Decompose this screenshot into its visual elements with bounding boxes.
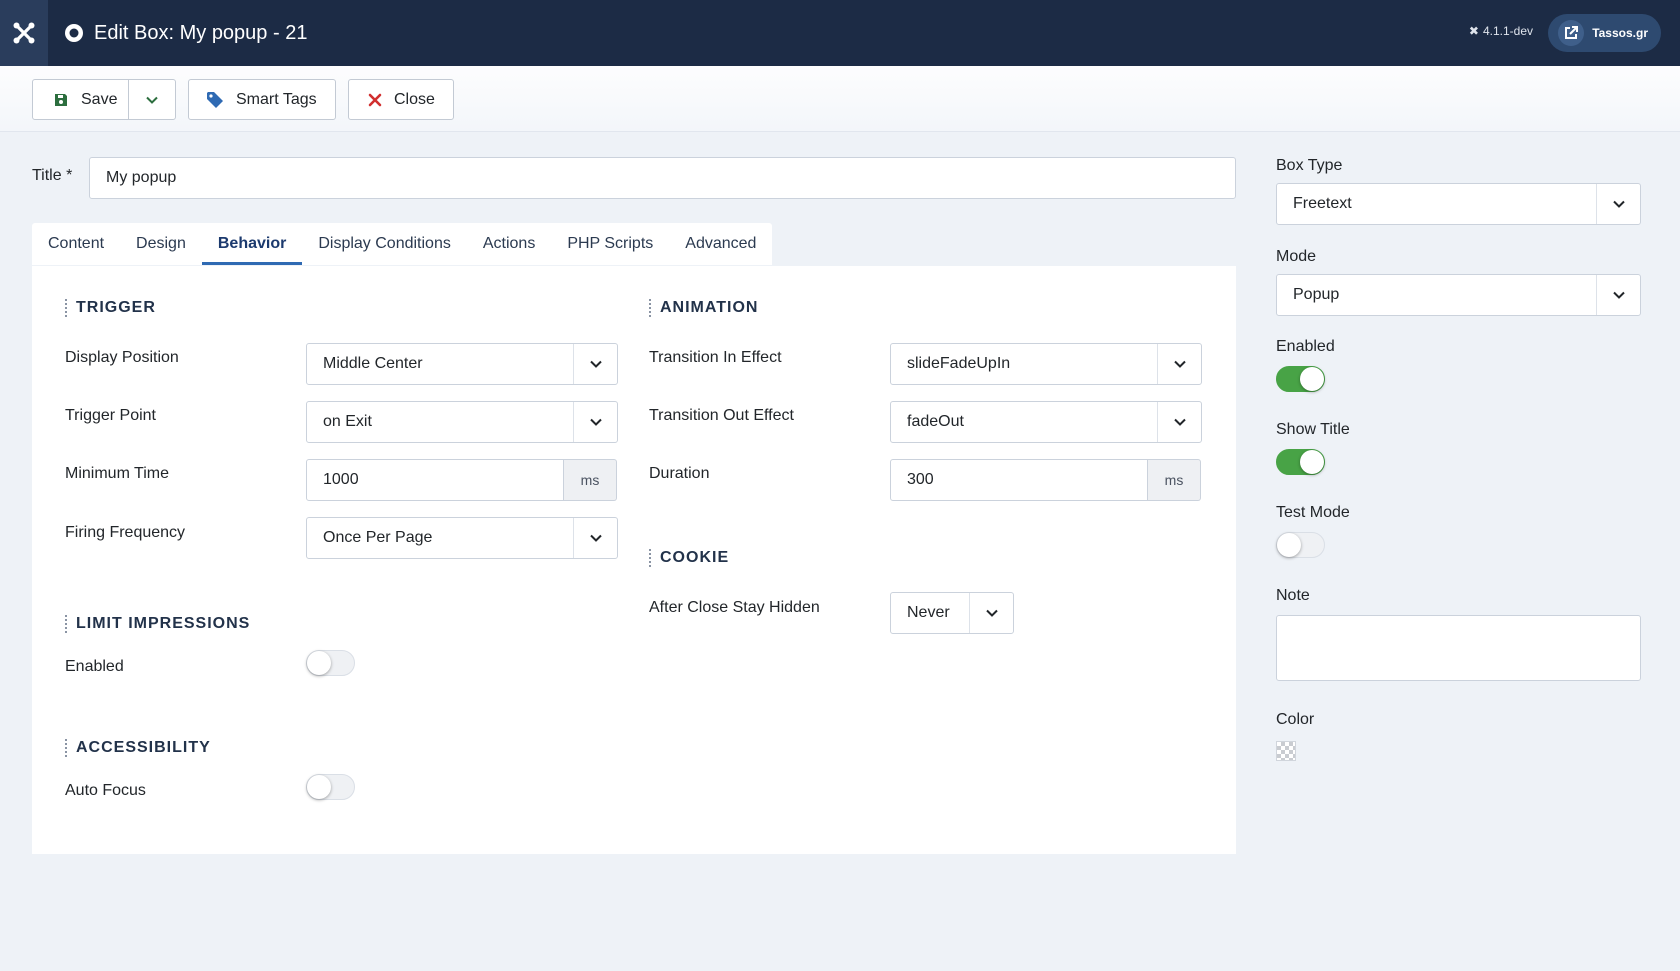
auto-focus-toggle[interactable] (306, 774, 355, 800)
duration-input[interactable]: 300 (890, 459, 1148, 501)
chevron-down-icon (969, 593, 1013, 633)
display-position-label: Display Position (65, 349, 179, 366)
toggle-knob (1277, 533, 1301, 557)
chevron-down-icon (573, 518, 617, 558)
toolbar: Save Smart Tags Close (0, 66, 1680, 132)
after-close-select[interactable]: Never (890, 592, 1014, 634)
toggle-knob (1300, 450, 1324, 474)
firing-frequency-value: Once Per Page (323, 529, 433, 546)
enabled-toggle[interactable] (1276, 366, 1325, 392)
toggle-knob (307, 651, 331, 675)
smart-tags-label: Smart Tags (236, 90, 317, 108)
display-position-select[interactable]: Middle Center (306, 343, 618, 385)
note-textarea[interactable] (1276, 615, 1641, 681)
minimum-time-input[interactable]: 1000 (306, 459, 564, 501)
limit-enabled-label: Enabled (65, 658, 124, 675)
transition-out-select[interactable]: fadeOut (890, 401, 1202, 443)
tab-content[interactable]: Content (32, 223, 120, 265)
chevron-down-icon (1157, 344, 1201, 384)
chevron-down-icon (573, 402, 617, 442)
tab-design[interactable]: Design (120, 223, 202, 265)
behavior-panel: TRIGGER Display Position Middle Center T… (32, 266, 1236, 854)
page-title-text: Edit Box: My popup - 21 (94, 21, 308, 44)
save-icon (55, 93, 67, 106)
smart-tags-button[interactable]: Smart Tags (188, 79, 336, 120)
tab-behavior[interactable]: Behavior (201, 223, 303, 265)
tab-php-scripts[interactable]: PHP Scripts (551, 223, 669, 265)
firing-frequency-select[interactable]: Once Per Page (306, 517, 618, 559)
trigger-point-value: on Exit (323, 413, 372, 430)
mode-label: Mode (1276, 248, 1317, 265)
animation-heading: ANIMATION (649, 299, 758, 317)
page-title: Edit Box: My popup - 21 (64, 22, 307, 45)
minimum-time-label: Minimum Time (65, 465, 170, 482)
box-type-select[interactable]: Freetext (1276, 183, 1641, 225)
chevron-down-icon (1596, 275, 1640, 315)
show-title-label: Show Title (1276, 421, 1350, 438)
chevron-down-icon (1596, 184, 1640, 224)
save-button[interactable]: Save (32, 79, 129, 120)
limit-impressions-heading: LIMIT IMPRESSIONS (65, 615, 250, 633)
version-text: 4.1.1-dev (1482, 24, 1533, 38)
limit-enabled-toggle[interactable] (306, 650, 355, 676)
chevron-down-icon (1157, 402, 1201, 442)
enabled-label: Enabled (1276, 338, 1335, 355)
test-mode-label: Test Mode (1276, 504, 1350, 521)
tag-icon (207, 91, 223, 108)
cookie-heading: COOKIE (649, 549, 729, 567)
after-close-value: Never (907, 604, 950, 621)
top-header: Edit Box: My popup - 21 ✖ 4.1.1-dev Tass… (0, 0, 1680, 66)
chevron-down-icon (573, 344, 617, 384)
external-link-icon (1558, 20, 1585, 46)
toggle-knob (307, 775, 331, 799)
mode-value: Popup (1293, 286, 1340, 303)
auto-focus-label: Auto Focus (65, 782, 146, 799)
joomla-small-icon: ✖ (1468, 24, 1479, 38)
toggle-knob (1300, 367, 1324, 391)
duration-label: Duration (649, 465, 710, 482)
show-title-toggle[interactable] (1276, 449, 1325, 475)
trigger-point-select[interactable]: on Exit (306, 401, 618, 443)
record-circle-icon (65, 24, 83, 42)
after-close-label: After Close Stay Hidden (649, 599, 820, 616)
tab-actions[interactable]: Actions (467, 223, 551, 265)
duration-unit: ms (1148, 459, 1201, 501)
tab-advanced[interactable]: Advanced (669, 223, 772, 265)
trigger-point-label: Trigger Point (65, 407, 156, 424)
accessibility-heading: ACCESSIBILITY (65, 739, 211, 757)
color-label: Color (1276, 711, 1315, 728)
transition-in-value: slideFadeUpIn (907, 355, 1011, 372)
duration-field: 300 ms (890, 459, 1201, 501)
title-input[interactable]: My popup (89, 157, 1236, 199)
tab-bar: Content Design Behavior Display Conditio… (32, 223, 773, 265)
close-label: Close (394, 90, 435, 108)
display-position-value: Middle Center (323, 355, 423, 372)
box-type-value: Freetext (1293, 195, 1352, 212)
close-icon (368, 93, 382, 106)
chevron-down-icon (146, 96, 158, 104)
note-label: Note (1276, 587, 1310, 604)
box-type-label: Box Type (1276, 157, 1343, 174)
site-label: Tassos.gr (1592, 26, 1648, 40)
minimum-time-unit: ms (564, 459, 617, 501)
test-mode-toggle[interactable] (1276, 532, 1325, 558)
tab-display-conditions[interactable]: Display Conditions (302, 223, 467, 265)
firing-frequency-label: Firing Frequency (65, 524, 186, 541)
mode-select[interactable]: Popup (1276, 274, 1641, 316)
transition-out-label: Transition Out Effect (649, 407, 794, 424)
transition-out-value: fadeOut (907, 413, 964, 430)
joomla-logo[interactable] (0, 0, 48, 66)
view-site-button[interactable]: Tassos.gr (1548, 14, 1661, 52)
trigger-heading: TRIGGER (65, 299, 156, 317)
joomla-icon (13, 22, 35, 44)
title-label: Title * (32, 167, 73, 184)
transition-in-label: Transition In Effect (649, 349, 782, 366)
close-button[interactable]: Close (348, 79, 454, 120)
version-info: ✖ 4.1.1-dev (1469, 24, 1533, 38)
save-label: Save (81, 90, 118, 108)
transition-in-select[interactable]: slideFadeUpIn (890, 343, 1202, 385)
minimum-time-field: 1000 ms (306, 459, 617, 501)
color-picker-swatch[interactable] (1276, 741, 1296, 761)
save-dropdown-button[interactable] (128, 79, 176, 120)
